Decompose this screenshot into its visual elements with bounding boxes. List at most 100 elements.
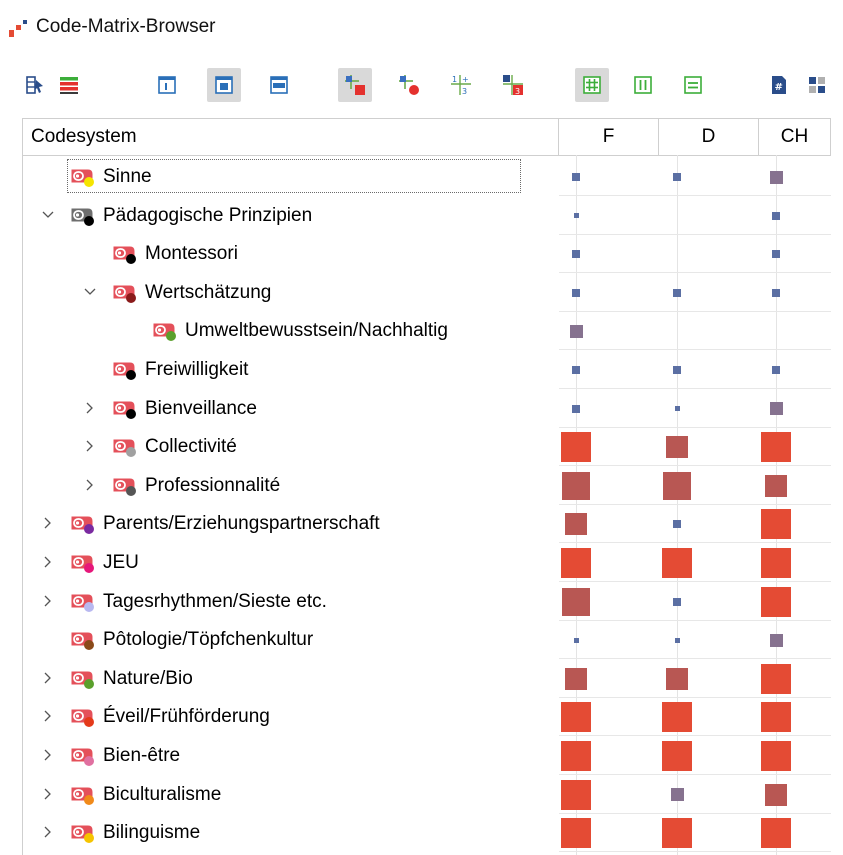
matrix-cell-symbol[interactable] bbox=[761, 432, 791, 463]
view-medium-button[interactable] bbox=[207, 68, 241, 102]
code-selection-button[interactable] bbox=[18, 68, 52, 102]
matrix-cell-symbol[interactable] bbox=[673, 173, 681, 181]
table-row[interactable]: Pädagogische Prinzipien bbox=[23, 197, 831, 235]
matrix-cell-symbol[interactable] bbox=[572, 250, 580, 259]
matrix-cell-symbol[interactable] bbox=[772, 250, 780, 259]
table-row[interactable]: Professionnalité bbox=[23, 467, 831, 505]
matrix-cell-symbol[interactable] bbox=[561, 432, 591, 463]
chevron-right-icon[interactable] bbox=[41, 594, 55, 608]
matrix-cell-symbol[interactable] bbox=[769, 170, 783, 184]
table-row[interactable]: Umweltbewusstsein/Nachhaltig bbox=[23, 312, 831, 351]
matrix-cell-symbol[interactable] bbox=[761, 509, 791, 540]
matrix-cell-symbol[interactable] bbox=[772, 288, 780, 297]
matrix-cell-symbol[interactable] bbox=[663, 471, 691, 500]
show-values-button[interactable]: 1 3 + bbox=[444, 68, 478, 102]
table-row[interactable]: Bien-être bbox=[23, 737, 831, 775]
matrix-cell-symbol[interactable] bbox=[573, 213, 579, 219]
matrix-cell-symbol[interactable] bbox=[561, 702, 591, 733]
table-row[interactable]: Montessori bbox=[23, 235, 831, 274]
table-row[interactable]: Parents/Erziehungspartnerschaft bbox=[23, 505, 831, 544]
matrix-cell-symbol[interactable] bbox=[662, 702, 692, 733]
chevron-down-icon[interactable] bbox=[41, 208, 55, 222]
table-row[interactable]: Wertschätzung bbox=[23, 274, 831, 312]
table-row[interactable]: JEU bbox=[23, 544, 831, 582]
aggregate-button[interactable] bbox=[804, 68, 838, 102]
matrix-cell-symbol[interactable] bbox=[662, 741, 692, 771]
matrix-cell-symbol[interactable] bbox=[674, 637, 680, 643]
matrix-cell-symbol[interactable] bbox=[673, 366, 681, 374]
matrix-cell-symbol[interactable] bbox=[662, 548, 692, 578]
matrix-cell-symbol[interactable] bbox=[673, 288, 681, 297]
show-hits-button[interactable]: 3 bbox=[496, 68, 530, 102]
matrix-cell-symbol[interactable] bbox=[572, 173, 580, 181]
matrix-cell-symbol[interactable] bbox=[569, 324, 583, 338]
matrix-cell-symbol[interactable] bbox=[765, 783, 787, 806]
matrix-cell-symbol[interactable] bbox=[761, 548, 791, 578]
matrix-cell-symbol[interactable] bbox=[761, 663, 791, 694]
matrix-cell-symbol[interactable] bbox=[673, 597, 681, 606]
matrix-cell-symbol[interactable] bbox=[772, 366, 780, 374]
symbol-circles-button[interactable] bbox=[392, 68, 426, 102]
table-row[interactable]: Bilinguisme bbox=[23, 814, 831, 853]
matrix-cell-symbol[interactable] bbox=[562, 471, 590, 500]
matrix-cell-symbol[interactable] bbox=[769, 633, 783, 647]
chevron-right-icon[interactable] bbox=[41, 709, 55, 723]
matrix-cell-symbol[interactable] bbox=[765, 474, 787, 497]
matrix-cell-symbol[interactable] bbox=[572, 366, 580, 374]
matrix-cell-symbol[interactable] bbox=[674, 406, 680, 412]
matrix-cell-symbol[interactable] bbox=[561, 741, 591, 771]
table-row[interactable]: Biculturalisme bbox=[23, 776, 831, 814]
matrix-cell-symbol[interactable] bbox=[761, 702, 791, 733]
chevron-right-icon[interactable] bbox=[83, 401, 97, 415]
matrix-cell-symbol[interactable] bbox=[662, 818, 692, 849]
matrix-cell-symbol[interactable] bbox=[565, 667, 587, 690]
column-header-ch[interactable]: CH bbox=[759, 119, 831, 155]
matrix-cell-symbol[interactable] bbox=[769, 402, 783, 416]
code-tag-icon bbox=[71, 516, 94, 535]
matrix-cell-symbol[interactable] bbox=[572, 404, 580, 413]
chevron-right-icon[interactable] bbox=[41, 671, 55, 685]
matrix-cell-symbol[interactable] bbox=[666, 436, 688, 459]
table-row[interactable]: Nature/Bio bbox=[23, 660, 831, 698]
chevron-right-icon[interactable] bbox=[41, 787, 55, 801]
matrix-cell-symbol[interactable] bbox=[670, 788, 684, 802]
codesystem-header[interactable]: Codesystem bbox=[23, 119, 559, 155]
matrix-cell-symbol[interactable] bbox=[561, 818, 591, 849]
matrix-cell-symbol[interactable] bbox=[673, 520, 681, 529]
table-row[interactable]: Tagesrhythmen/Sieste etc. bbox=[23, 583, 831, 621]
view-narrow-button[interactable] bbox=[150, 68, 184, 102]
matrix-cell-symbol[interactable] bbox=[561, 548, 591, 578]
column-view-button[interactable] bbox=[626, 68, 660, 102]
matrix-cell-symbol[interactable] bbox=[761, 586, 791, 617]
chevron-down-icon[interactable] bbox=[83, 285, 97, 299]
matrix-cell-symbol[interactable] bbox=[562, 587, 590, 616]
chevron-right-icon[interactable] bbox=[83, 478, 97, 492]
symbol-squares-button[interactable] bbox=[338, 68, 372, 102]
column-header-d[interactable]: D bbox=[659, 119, 759, 155]
coded-segments-button[interactable] bbox=[52, 68, 86, 102]
table-row[interactable]: Pôtologie/Töpfchenkultur bbox=[23, 621, 831, 660]
table-row[interactable]: Collectivité bbox=[23, 428, 831, 467]
matrix-cell-symbol[interactable] bbox=[565, 513, 587, 536]
count-button[interactable]: # bbox=[762, 68, 796, 102]
chevron-right-icon[interactable] bbox=[41, 825, 55, 839]
matrix-cell-symbol[interactable] bbox=[761, 741, 791, 771]
view-wide-button[interactable] bbox=[262, 68, 296, 102]
grid-view-button[interactable] bbox=[575, 68, 609, 102]
chevron-right-icon[interactable] bbox=[41, 555, 55, 569]
table-row[interactable]: Freiwilligkeit bbox=[23, 351, 831, 389]
table-row[interactable]: Éveil/Frühförderung bbox=[23, 698, 831, 737]
matrix-cell-symbol[interactable] bbox=[561, 779, 591, 810]
matrix-cell-symbol[interactable] bbox=[772, 211, 780, 220]
chevron-right-icon[interactable] bbox=[41, 516, 55, 530]
table-row[interactable]: Bienveillance bbox=[23, 390, 831, 428]
matrix-cell-symbol[interactable] bbox=[761, 818, 791, 849]
column-header-f[interactable]: F bbox=[559, 119, 659, 155]
chevron-right-icon[interactable] bbox=[41, 748, 55, 762]
row-view-button[interactable] bbox=[676, 68, 710, 102]
matrix-cell-symbol[interactable] bbox=[572, 288, 580, 297]
matrix-cell-symbol[interactable] bbox=[573, 637, 579, 643]
chevron-right-icon[interactable] bbox=[83, 439, 97, 453]
matrix-cell-symbol[interactable] bbox=[666, 667, 688, 690]
table-row[interactable]: Sinne bbox=[23, 158, 831, 196]
